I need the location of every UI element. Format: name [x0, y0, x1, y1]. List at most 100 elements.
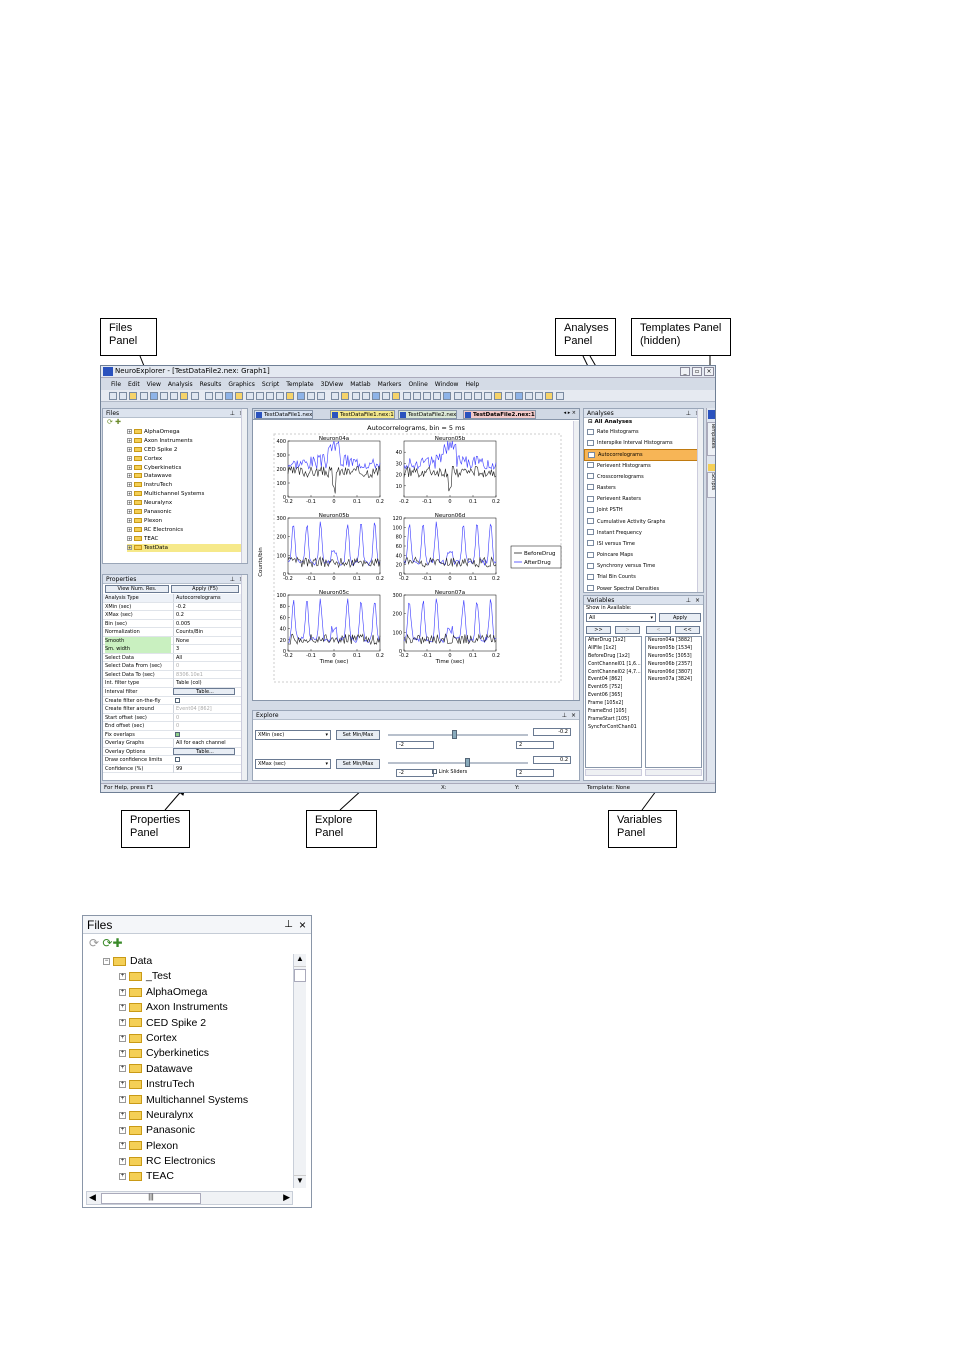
property-row[interactable]: End offset (sec) 0: [103, 722, 247, 731]
file-tree-item[interactable]: + Neuralynx: [127, 499, 247, 508]
expand-icon[interactable]: +: [119, 1096, 126, 1104]
analysis-item[interactable]: Instant Frequency: [584, 528, 703, 539]
files-detail-vscroll[interactable]: ▲ ▼: [293, 954, 306, 1188]
refresh-icon[interactable]: ⟳ ✚: [103, 418, 247, 428]
expand-icon[interactable]: +: [119, 1111, 126, 1119]
selected-variable[interactable]: Neuron05c [3053]: [646, 653, 701, 661]
pin-icon[interactable]: ⊥: [686, 409, 691, 418]
menu-markers[interactable]: Markers: [378, 380, 402, 390]
toolbar-button-icon[interactable]: [149, 392, 158, 400]
expand-icon[interactable]: +: [127, 473, 132, 479]
move-left-button[interactable]: <: [646, 626, 671, 634]
toolbar-button-icon[interactable]: [555, 392, 564, 400]
toolbar-button-icon[interactable]: [392, 392, 401, 400]
property-row[interactable]: Interval filter Table...: [103, 688, 247, 697]
file-tree-item[interactable]: + Plexon: [83, 1139, 293, 1154]
menu-edit[interactable]: Edit: [128, 380, 140, 390]
scroll-thumb[interactable]: [294, 969, 306, 982]
menu-file[interactable]: File: [111, 380, 121, 390]
analysis-item[interactable]: Perievent Histograms: [584, 461, 703, 472]
available-variable[interactable]: AfterDrug [1x2]: [586, 637, 641, 645]
toolbar-button-icon[interactable]: [245, 392, 254, 400]
menu-matlab[interactable]: Matlab: [350, 380, 370, 390]
property-row[interactable]: Create filter around Event04 [862]: [103, 705, 247, 714]
xmin-value-field[interactable]: -0.2: [533, 728, 571, 736]
toolbar-button-icon[interactable]: [225, 392, 234, 400]
file-tree-item[interactable]: + Cortex: [83, 1031, 293, 1046]
toolbar-button-icon[interactable]: [170, 392, 179, 400]
toolbar-button-icon[interactable]: [296, 392, 305, 400]
expand-icon[interactable]: +: [127, 544, 132, 550]
expand-icon[interactable]: +: [119, 1050, 126, 1058]
toolbar-button-icon[interactable]: [443, 392, 452, 400]
property-value[interactable]: Counts/Bin: [173, 628, 203, 637]
toolbar-button-icon[interactable]: [433, 392, 442, 400]
analysis-item[interactable]: Synchrony versus Time: [584, 561, 703, 572]
xmin-select[interactable]: XMin (sec) ▾: [255, 730, 331, 740]
expand-icon[interactable]: +: [127, 464, 132, 470]
toolbar-button-icon[interactable]: [402, 392, 411, 400]
tree-root-data[interactable]: − Data: [83, 954, 293, 969]
property-value[interactable]: All: [173, 653, 182, 662]
toolbar-button-icon[interactable]: [109, 392, 117, 400]
expand-icon[interactable]: +: [119, 1034, 126, 1042]
selected-variable[interactable]: Neuron06b [2357]: [646, 661, 701, 669]
selected-variable[interactable]: Neuron04a [3882]: [646, 637, 701, 645]
toolbar-button-icon[interactable]: [119, 392, 128, 400]
property-value[interactable]: Autocorrelograms: [173, 594, 221, 602]
file-tree-item[interactable]: + Cortex: [127, 455, 247, 464]
toolbar-button-icon[interactable]: [463, 392, 472, 400]
expand-icon[interactable]: +: [119, 1019, 126, 1027]
file-tree-item[interactable]: + _Test: [83, 969, 293, 984]
properties-scrollbar[interactable]: [241, 575, 247, 780]
analysis-item[interactable]: Rasters: [584, 483, 703, 494]
property-value[interactable]: 0: [173, 713, 179, 722]
toolbar-button-icon[interactable]: [331, 392, 340, 400]
property-row[interactable]: Int. filter type Table (col): [103, 679, 247, 689]
file-tree-item[interactable]: + Multichannel Systems: [127, 490, 247, 499]
close-icon[interactable]: ×: [299, 916, 306, 934]
expand-icon[interactable]: +: [119, 1127, 126, 1135]
file-tree-item[interactable]: + Datawave: [83, 1062, 293, 1077]
minimize-button[interactable]: _: [680, 367, 690, 376]
toolbar-button-icon[interactable]: [266, 392, 274, 400]
toolbar-button-icon[interactable]: [129, 392, 138, 400]
property-row[interactable]: Bin (sec) 0.005: [103, 619, 247, 629]
analysis-item[interactable]: Power Spectral Densities: [584, 584, 703, 592]
close-icon[interactable]: ×: [571, 711, 576, 720]
hscroll-thumb[interactable]: |||: [101, 1193, 201, 1204]
available-variable[interactable]: ContChannel02 [4,7...: [586, 669, 641, 677]
templates-side-tab[interactable]: Templates: [707, 422, 715, 456]
move-all-left-button[interactable]: <<: [675, 626, 700, 634]
pin-icon[interactable]: ⊥: [686, 596, 691, 605]
xmax-range-min[interactable]: -2: [396, 769, 434, 777]
toolbar-button-icon[interactable]: [382, 392, 391, 400]
pin-icon[interactable]: ⊥: [284, 916, 293, 934]
checkbox[interactable]: [175, 697, 180, 703]
property-value[interactable]: 0.005: [173, 619, 190, 628]
variables-apply-button[interactable]: Apply: [659, 613, 701, 622]
available-variable[interactable]: Event05 [752]: [586, 684, 641, 692]
file-tree-item[interactable]: + TEAC: [83, 1169, 293, 1184]
file-tree-item[interactable]: + Axon Instruments: [127, 437, 247, 446]
property-row[interactable]: Start offset (sec) 0: [103, 713, 247, 723]
close-icon[interactable]: ×: [695, 596, 700, 605]
files-scrollbar[interactable]: [241, 409, 247, 563]
scroll-left-icon[interactable]: ◀: [89, 1192, 96, 1203]
property-row[interactable]: Smooth None: [103, 636, 247, 646]
expand-icon[interactable]: +: [127, 446, 132, 452]
analysis-item[interactable]: Perievent Rasters: [584, 494, 703, 505]
link-sliders-checkbox[interactable]: Link Sliders: [432, 769, 467, 775]
graph-vscroll[interactable]: [573, 421, 579, 700]
pin-icon[interactable]: ⊥: [562, 711, 567, 720]
expand-icon[interactable]: +: [127, 429, 132, 434]
close-button[interactable]: ×: [704, 367, 714, 376]
property-row[interactable]: Overlay Options Table...: [103, 747, 247, 757]
available-variable[interactable]: FrameEnd [105]: [586, 708, 641, 716]
all-analyses-header[interactable]: ⊟ All Analyses: [584, 418, 703, 427]
toolbar-button-icon[interactable]: [160, 392, 168, 400]
property-value[interactable]: 8306.10e1: [173, 670, 203, 679]
menu-3dview[interactable]: 3DView: [321, 380, 344, 390]
file-tree-item[interactable]: + InstruTech: [127, 481, 247, 490]
selected-variable[interactable]: Neuron06d [3807]: [646, 669, 701, 677]
